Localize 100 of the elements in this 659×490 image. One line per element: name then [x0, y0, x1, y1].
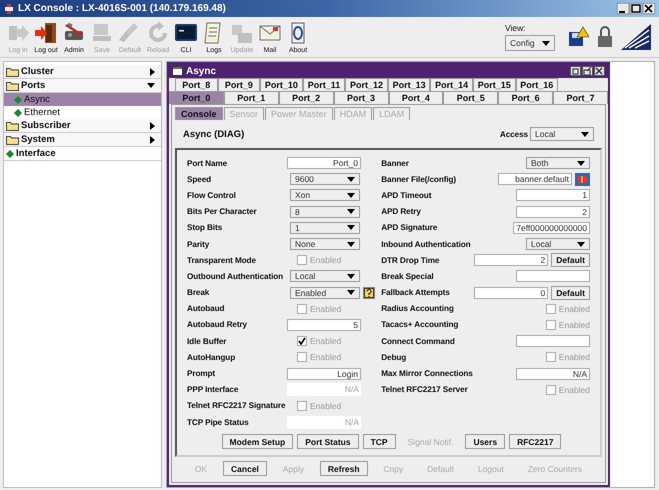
checkbox[interactable] — [297, 400, 307, 411]
tab[interactable]: Port_4 — [388, 91, 444, 104]
checkbox[interactable] — [546, 384, 556, 395]
door-icon — [34, 20, 58, 44]
tab[interactable]: Port_3 — [334, 91, 388, 104]
tree-item[interactable]: Async — [4, 93, 161, 106]
default-button[interactable]: Default — [551, 286, 590, 300]
caret-icon — [581, 132, 589, 136]
field-label: APD Signature — [381, 223, 438, 232]
tab[interactable]: Port_11 — [302, 78, 346, 91]
folder-icon — [6, 120, 19, 130]
dropdown[interactable]: Local — [526, 238, 590, 250]
app-icon — [4, 2, 14, 14]
button[interactable]: RFC2217 — [509, 434, 562, 449]
dropdown[interactable]: Local — [530, 127, 594, 141]
caret-right-icon — [150, 68, 155, 76]
tab[interactable]: Port_16 — [516, 78, 558, 91]
text-field[interactable]: 2 — [474, 254, 548, 266]
tab[interactable]: Port_7 — [553, 91, 608, 104]
caret-icon — [347, 290, 355, 296]
field-label: Prompt — [187, 369, 216, 378]
field-label: Tacacs+ Accounting — [381, 320, 460, 330]
tree-item[interactable]: System — [4, 133, 161, 147]
dropdown[interactable]: 1 — [290, 222, 360, 234]
checkbox[interactable] — [297, 336, 307, 346]
close-button[interactable] — [594, 66, 605, 76]
tab[interactable]: Console — [175, 107, 223, 120]
text-field[interactable]: Login — [287, 368, 361, 380]
button[interactable]: Port Status — [297, 434, 359, 449]
default-button[interactable]: Default — [551, 253, 590, 268]
text-field[interactable] — [516, 335, 590, 348]
tab[interactable]: Port_8 — [175, 78, 218, 91]
field-label: PPP Interface — [187, 385, 240, 394]
dropdown[interactable]: None — [290, 238, 360, 250]
button[interactable]: Users — [465, 434, 506, 449]
button[interactable]: Refresh — [320, 461, 368, 476]
tree-item[interactable]: Subscriber — [4, 119, 161, 133]
checkbox-label: Enabled — [558, 304, 590, 314]
text-field[interactable]: 7eff000000000000 — [513, 222, 590, 234]
logo-icon[interactable] — [621, 24, 651, 50]
checkbox[interactable] — [546, 320, 556, 330]
checkbox[interactable] — [546, 352, 556, 362]
close-button[interactable] — [643, 3, 655, 14]
button[interactable]: Modem Setup — [222, 434, 294, 449]
book-icon[interactable] — [575, 172, 590, 186]
dropdown[interactable]: Enabled — [290, 286, 360, 299]
checkbox[interactable] — [297, 255, 307, 266]
disk-warning-icon[interactable] — [567, 26, 589, 48]
dropdown[interactable]: 8 — [290, 206, 360, 218]
field-label: Banner — [381, 158, 410, 168]
tab[interactable]: Port_12 — [345, 78, 388, 91]
dropdown[interactable]: Local — [290, 270, 360, 282]
dropdown[interactable]: Xon — [290, 189, 360, 202]
field-label: Outbound Authentication — [187, 272, 284, 281]
tab[interactable]: Port_1 — [224, 91, 279, 104]
dropdown[interactable]: Both — [526, 157, 590, 170]
restore-button[interactable] — [570, 66, 581, 76]
window-icon — [172, 66, 183, 76]
text-field[interactable]: 0 — [474, 286, 548, 299]
text-field[interactable] — [516, 270, 590, 282]
tab[interactable]: Port_5 — [443, 91, 498, 104]
tab[interactable]: Port_13 — [388, 78, 430, 91]
checkbox[interactable] — [546, 304, 556, 314]
tree-item[interactable]: Ethernet — [4, 106, 161, 119]
minimize-button[interactable] — [617, 3, 629, 14]
field-label: Bits Per Character — [187, 207, 258, 216]
caret-icon — [347, 209, 355, 214]
button[interactable]: Cancel — [223, 461, 267, 476]
checkbox[interactable] — [297, 352, 307, 362]
maximize-button[interactable] — [582, 66, 593, 76]
field-label: AutoHangup — [187, 352, 236, 362]
maximize-button[interactable] — [630, 3, 642, 14]
tab[interactable]: Port_15 — [472, 78, 516, 91]
tab[interactable]: Port_14 — [430, 78, 473, 91]
caret-icon — [347, 225, 355, 230]
tab[interactable]: Port_2 — [278, 91, 334, 104]
text-field[interactable]: 1 — [516, 189, 590, 202]
text-field[interactable]: Port_0 — [287, 157, 361, 170]
text-field[interactable]: 2 — [516, 206, 590, 218]
help-button[interactable] — [363, 286, 375, 299]
caret-icon — [347, 192, 355, 198]
text-field[interactable]: N/A — [516, 368, 590, 380]
tab[interactable]: Port_9 — [218, 78, 260, 91]
text-field[interactable]: 5 — [287, 318, 361, 331]
tab[interactable]: Port_6 — [498, 91, 554, 104]
button[interactable]: TCP — [362, 434, 396, 449]
tree-item[interactable]: Cluster — [4, 65, 161, 79]
checkbox-label: Enabled — [310, 336, 342, 346]
tree-item[interactable]: Interface — [4, 147, 161, 161]
checkbox-label: Enabled — [310, 255, 342, 266]
check-icon — [298, 337, 306, 346]
tab[interactable]: Port_10 — [260, 78, 303, 91]
text-field[interactable]: banner.default — [498, 173, 572, 186]
dropdown[interactable]: 9600 — [290, 173, 360, 186]
padlock-icon[interactable] — [595, 26, 615, 48]
tree-item[interactable]: Ports — [4, 79, 161, 93]
readonly-field: N/A — [287, 383, 361, 396]
checkbox[interactable] — [297, 304, 307, 314]
tab[interactable]: Port_0 — [169, 91, 224, 104]
dropdown[interactable]: Config — [505, 35, 555, 51]
